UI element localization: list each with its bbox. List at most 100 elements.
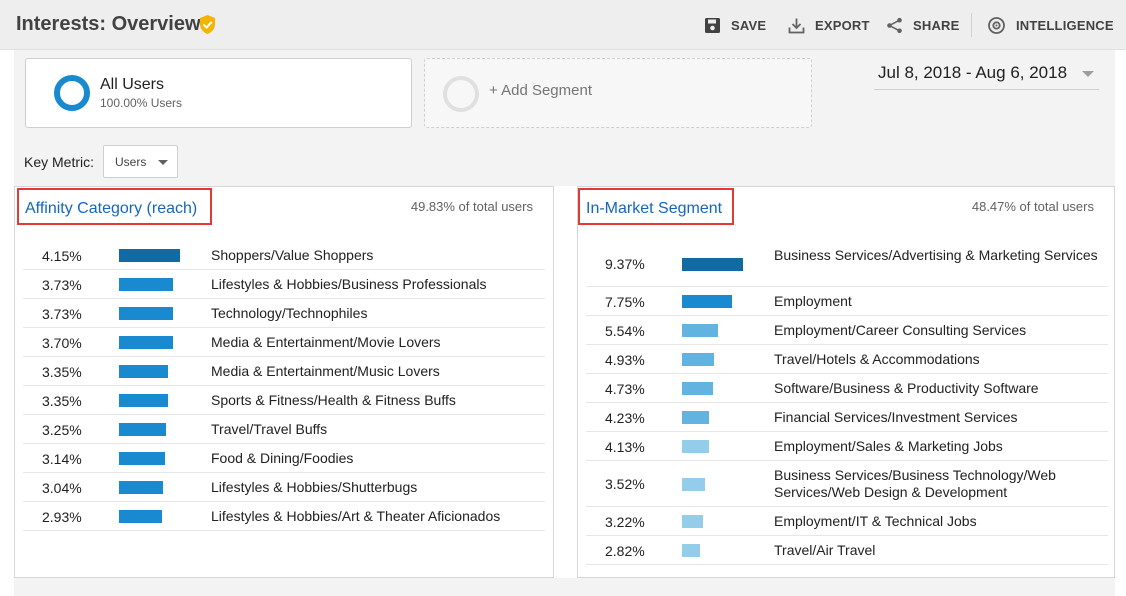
affinity-total: 49.83% of total users — [410, 199, 533, 214]
table-row: 3.52% Business Services/Business Technolo… — [586, 461, 1108, 507]
segment-ring-icon — [54, 75, 90, 111]
verified-shield-icon — [200, 15, 215, 34]
row-label: Travel/Air Travel — [774, 542, 876, 558]
row-label: Business Services/Advertising & Marketin… — [774, 247, 1098, 263]
row-bar — [682, 411, 709, 424]
table-row: 3.22% Employment/IT & Technical Jobs — [586, 507, 1108, 536]
row-bar — [682, 477, 705, 491]
row-percent: 3.25% — [42, 421, 82, 438]
row-percent: 3.52% — [605, 476, 645, 492]
row-percent: 4.15% — [42, 247, 82, 264]
row-percent: 3.04% — [42, 479, 82, 496]
row-label: Software/Business & Productivity Softwar… — [774, 380, 1039, 396]
table-row: 3.35% Sports & Fitness/Health & Fitness B… — [23, 386, 545, 415]
row-bar — [119, 510, 162, 523]
row-label: Media & Entertainment/Music Lovers — [211, 363, 440, 379]
row-bar — [119, 278, 173, 291]
row-bar — [682, 295, 732, 308]
row-percent: 3.35% — [42, 392, 82, 409]
key-metric-value: Users — [115, 155, 147, 169]
row-label: Business Services/Business Technology/We… — [774, 467, 1056, 500]
row-label: Travel/Hotels & Accommodations — [774, 351, 980, 367]
empty-segment-ring-icon — [443, 76, 479, 112]
table-row: 3.73% Technology/Technophiles — [23, 299, 545, 328]
intelligence-icon — [988, 16, 1005, 34]
table-row: 2.93% Lifestyles & Hobbies/Art & Theater … — [23, 502, 545, 531]
in-market-total: 48.47% of total users — [971, 199, 1094, 214]
row-label: Financial Services/Investment Services — [774, 409, 1018, 425]
table-row: 9.37% Business Services/Advertising & Mar… — [586, 241, 1108, 287]
segment-all-users[interactable]: All Users 100.00% Users — [25, 58, 412, 128]
row-label: Lifestyles & Hobbies/Shutterbugs — [211, 479, 418, 495]
add-segment-button[interactable]: + Add Segment — [424, 58, 812, 128]
row-bar — [682, 257, 743, 271]
intelligence-label: INTELLIGENCE — [1016, 17, 1114, 33]
share-icon — [887, 17, 902, 33]
row-label: Shoppers/Value Shoppers — [211, 247, 374, 263]
table-row: 4.23% Financial Services/Investment Servi… — [586, 403, 1108, 432]
table-row: 3.73% Lifestyles & Hobbies/Business Profe… — [23, 270, 545, 299]
row-percent: 3.73% — [42, 305, 82, 322]
table-row: 7.75% Employment — [586, 287, 1108, 316]
row-percent: 5.54% — [605, 322, 645, 339]
row-label: Lifestyles & Hobbies/Art & Theater Afici… — [211, 508, 501, 524]
row-bar — [682, 440, 709, 453]
segment-name: All Users — [100, 76, 165, 93]
row-bar — [682, 353, 714, 366]
row-label: Employment/IT & Technical Jobs — [774, 513, 977, 529]
download-icon — [788, 18, 805, 33]
table-row: 3.04% Lifestyles & Hobbies/Shutterbugs — [23, 473, 545, 502]
segment-percent: 100.00% Users — [100, 96, 183, 110]
add-segment-label: + Add Segment — [489, 82, 592, 99]
row-bar — [119, 249, 180, 262]
row-percent: 3.14% — [42, 450, 82, 467]
row-label: Employment/Sales & Marketing Jobs — [774, 438, 1003, 454]
row-bar — [682, 544, 700, 557]
table-row: 5.54% Employment/Career Consulting Servic… — [586, 316, 1108, 345]
date-range-text: Jul 8, 2018 - Aug 6, 2018 — [878, 63, 1068, 82]
key-metric-select[interactable]: Users — [103, 145, 178, 178]
row-label: Media & Entertainment/Movie Lovers — [211, 334, 441, 350]
bottom-strip — [14, 578, 1115, 596]
table-row: 2.82% Travel/Air Travel — [586, 536, 1108, 565]
row-bar — [119, 336, 173, 349]
row-percent: 3.35% — [42, 363, 82, 380]
export-button[interactable]: EXPORT — [788, 0, 870, 50]
row-percent: 3.70% — [42, 334, 82, 351]
row-bar — [119, 423, 166, 436]
date-range-picker[interactable]: Jul 8, 2018 - Aug 6, 2018 — [874, 58, 1099, 90]
row-percent: 3.22% — [605, 513, 645, 530]
row-bar — [682, 515, 703, 528]
row-label: Employment — [774, 293, 852, 309]
row-percent: 7.75% — [605, 293, 645, 310]
row-label: Travel/Travel Buffs — [211, 421, 328, 437]
row-bar — [119, 307, 173, 320]
row-bar — [119, 481, 163, 494]
table-row: 3.14% Food & Dining/Foodies — [23, 444, 545, 473]
save-label: SAVE — [731, 17, 767, 33]
row-bar — [682, 324, 718, 337]
row-label: Food & Dining/Foodies — [211, 450, 354, 466]
row-label: Sports & Fitness/Health & Fitness Buffs — [211, 392, 456, 408]
key-metric-label: Key Metric: — [24, 154, 95, 170]
intelligence-button[interactable]: INTELLIGENCE — [987, 0, 1114, 50]
share-label: SHARE — [913, 17, 960, 33]
table-row: 4.93% Travel/Hotels & Accommodations — [586, 345, 1108, 374]
affinity-panel: Affinity Category (reach) 49.83% of tota… — [14, 186, 554, 578]
affinity-category-link[interactable]: Affinity Category (reach) — [17, 188, 212, 225]
save-icon — [705, 17, 720, 33]
row-percent: 4.13% — [605, 438, 645, 455]
table-row: 4.15% Shoppers/Value Shoppers — [23, 241, 545, 270]
in-market-segment-link[interactable]: In-Market Segment — [578, 188, 734, 225]
share-button[interactable]: SHARE — [886, 0, 960, 50]
row-label: Employment/Career Consulting Services — [774, 322, 1027, 338]
in-market-panel: In-Market Segment 48.47% of total users … — [577, 186, 1115, 578]
row-percent: 4.73% — [605, 380, 645, 397]
row-label: Lifestyles & Hobbies/Business Profession… — [211, 276, 487, 292]
row-bar — [119, 365, 168, 378]
chevron-down-icon — [1082, 71, 1094, 77]
caret-down-icon — [158, 160, 168, 165]
save-button[interactable]: SAVE — [704, 0, 766, 50]
in-market-table: 9.37% Business Services/Advertising & Mar… — [586, 241, 1108, 565]
row-percent: 9.37% — [605, 256, 645, 272]
